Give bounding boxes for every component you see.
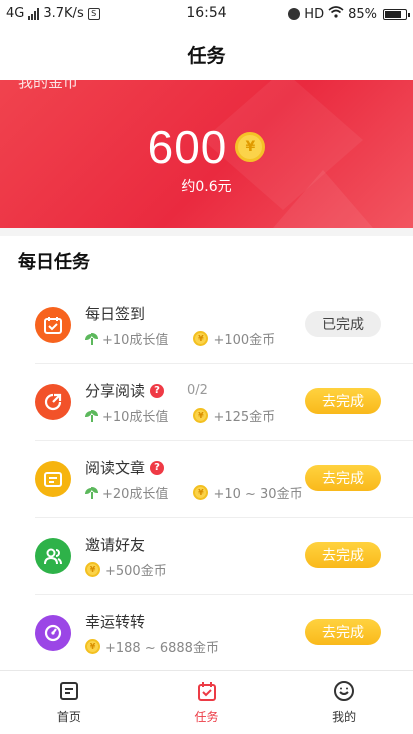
my-coins-label: 我的金币: [18, 80, 79, 91]
growth-leaf-icon: [85, 332, 99, 345]
task-item-invite-friends: 邀请好友 ¥ +500金币 去完成: [35, 518, 413, 595]
coin-icon: ¥: [235, 132, 266, 162]
battery-percent: 85%: [348, 6, 377, 22]
help-icon[interactable]: ?: [150, 460, 165, 475]
task-name: 幸运转转: [85, 613, 146, 631]
tasks-icon: [196, 680, 218, 705]
coin-icon: ¥: [85, 562, 100, 577]
task-name: 邀请好友: [85, 536, 146, 554]
task-completed-button[interactable]: 已完成: [305, 311, 381, 337]
growth-leaf-icon: [85, 409, 99, 422]
task-item-lucky-wheel: 幸运转转 ¥ +188 ~ 6888金币 去完成: [35, 595, 413, 672]
coin-reward: +10 ~ 30金币: [213, 487, 303, 502]
top-bar: 任务: [0, 28, 413, 80]
help-icon[interactable]: ?: [150, 383, 165, 398]
coin-reward: +100金币: [213, 333, 276, 348]
task-item-read-article: 阅读文章 ? +20成长值 ¥ +10 ~ 30金币 去完成: [35, 441, 413, 518]
go-complete-button[interactable]: 去完成: [305, 619, 381, 645]
nav-label: 我的: [332, 710, 357, 724]
profile-icon: [333, 680, 355, 705]
hd-label: HD: [304, 6, 325, 22]
go-complete-button[interactable]: 去完成: [305, 542, 381, 568]
task-name: 每日签到: [85, 305, 146, 323]
coin-icon: ¥: [193, 485, 209, 500]
daily-tasks-title: 每日任务: [18, 252, 90, 273]
calendar-check-icon: [35, 307, 71, 343]
growth-reward: +10成长值: [102, 333, 169, 348]
coin-reward: +125金币: [213, 410, 276, 425]
coin-value-approx: 约0.6元: [181, 179, 232, 195]
wifi-icon: [328, 6, 344, 22]
lucky-wheel-icon: [35, 615, 71, 651]
nav-tasks[interactable]: 任务: [138, 671, 276, 734]
task-item-daily-checkin: 每日签到 +10成长值 ¥ +100金币 已完成: [35, 287, 413, 364]
coins-banner: 我的金币 600 ¥ 约0.6元: [0, 80, 413, 228]
article-icon: [35, 461, 71, 497]
growth-reward: +10成长值: [102, 410, 169, 425]
coin-icon: ¥: [85, 639, 100, 654]
coin-reward: +188 ~ 6888金币: [105, 641, 219, 656]
coin-reward: +500金币: [105, 564, 167, 579]
nav-profile[interactable]: 我的: [275, 671, 413, 734]
status-bar: 4G 3.7K/s S 16:54 HD 85%: [0, 0, 413, 28]
invite-friends-icon: [35, 538, 71, 574]
alarm-icon: [288, 8, 301, 20]
go-complete-button[interactable]: 去完成: [305, 388, 381, 414]
battery-icon: [383, 8, 410, 20]
task-list: 每日签到 +10成长值 ¥ +100金币 已完成 分享阅读 ? 0/2 +10成…: [0, 287, 413, 672]
page-title: 任务: [187, 44, 226, 67]
coin-icon: ¥: [193, 331, 209, 346]
task-progress: 0/2: [187, 383, 208, 398]
nav-label: 首页: [56, 710, 81, 724]
share-icon: [35, 384, 71, 420]
growth-reward: +20成长值: [102, 487, 169, 502]
task-name: 阅读文章: [85, 459, 146, 477]
nav-label: 任务: [194, 710, 219, 724]
bottom-nav: 首页 任务 我的: [0, 670, 413, 734]
nav-home[interactable]: 首页: [0, 671, 138, 734]
section-divider: [0, 228, 413, 236]
home-icon: [58, 680, 80, 705]
task-name: 分享阅读: [85, 382, 146, 400]
coin-icon: ¥: [193, 408, 209, 423]
coin-amount: 600: [147, 121, 228, 173]
growth-leaf-icon: [85, 486, 99, 499]
go-complete-button[interactable]: 去完成: [305, 465, 381, 491]
task-item-share-reading: 分享阅读 ? 0/2 +10成长值 ¥ +125金币 去完成: [35, 364, 413, 441]
